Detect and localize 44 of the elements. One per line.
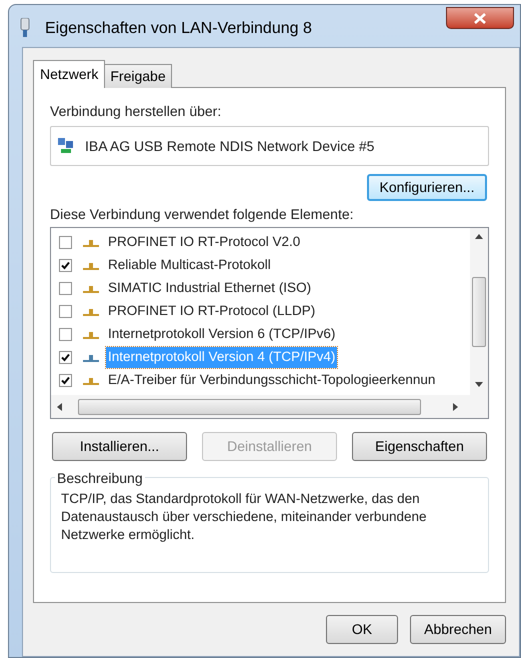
network-adapter-icon (57, 137, 75, 155)
protocol-icon (83, 238, 99, 246)
close-icon (474, 12, 486, 24)
checkbox[interactable] (59, 351, 72, 364)
component-item[interactable]: PROFINET IO RT-Protocol V2.0 (106, 232, 302, 253)
configure-button[interactable]: Konfigurieren... (367, 174, 487, 201)
tab[interactable]: Netzwerk (33, 60, 106, 88)
component-item[interactable]: Reliable Multicast-Protokoll (106, 255, 273, 276)
scroll-left-icon[interactable] (57, 402, 62, 410)
component-item[interactable]: Internetprotokoll Version 6 (TCP/IPv6) (106, 324, 338, 345)
checkbox[interactable] (59, 305, 72, 318)
tab[interactable]: Freigabe (105, 64, 172, 88)
close-button[interactable] (446, 7, 514, 29)
scroll-up-icon[interactable] (475, 234, 483, 239)
protocol-icon (83, 284, 99, 292)
action-button[interactable]: Installieren... (52, 432, 187, 461)
device-name: IBA AG USB Remote NDIS Network Device #5 (85, 136, 374, 156)
component-item[interactable]: E/A-Treiber für Verbindungsschicht-Topologieerkennun (106, 370, 438, 391)
component-item[interactable]: PROFINET IO RT-Protocol (LLDP) (106, 301, 318, 322)
protocol-icon (83, 330, 99, 338)
description-text: TCP/IP, das Standardprotokoll für WAN-Netzwerke, das den Datenaustausch über verschiedene, miteinander verbundene Netzwerke ermöglicht. (61, 490, 428, 544)
action-button[interactable]: Eigenschaften (352, 432, 487, 461)
protocol-icon (83, 308, 99, 316)
protocol-icon (83, 376, 99, 384)
checkbox[interactable] (59, 374, 72, 387)
checkbox[interactable] (59, 328, 72, 341)
scroll-right-icon[interactable] (453, 402, 458, 410)
checkbox[interactable] (59, 259, 72, 272)
scrollbar-thumb[interactable] (472, 277, 486, 347)
window-title: Eigenschaften von LAN-Verbindung 8 (45, 19, 312, 39)
checkbox[interactable] (59, 236, 72, 249)
ok-button[interactable]: OK (326, 615, 398, 644)
scroll-down-icon[interactable] (475, 382, 483, 387)
scrollbar-thumb[interactable] (78, 398, 421, 414)
checkbox[interactable] (59, 282, 72, 295)
components-label: Diese Verbindung verwendet folgende Elemente: (50, 205, 355, 223)
connect-via-label: Verbindung herstellen über: (50, 102, 222, 120)
network-cable-icon (19, 18, 31, 38)
protocol-icon (83, 262, 99, 270)
protocol-icon (83, 354, 99, 362)
vertical-scrollbar[interactable] (470, 228, 488, 395)
cancel-button[interactable]: Abbrechen (410, 615, 506, 644)
component-item[interactable]: SIMATIC Industrial Ethernet (ISO) (106, 278, 314, 299)
horizontal-scrollbar[interactable] (51, 395, 488, 418)
